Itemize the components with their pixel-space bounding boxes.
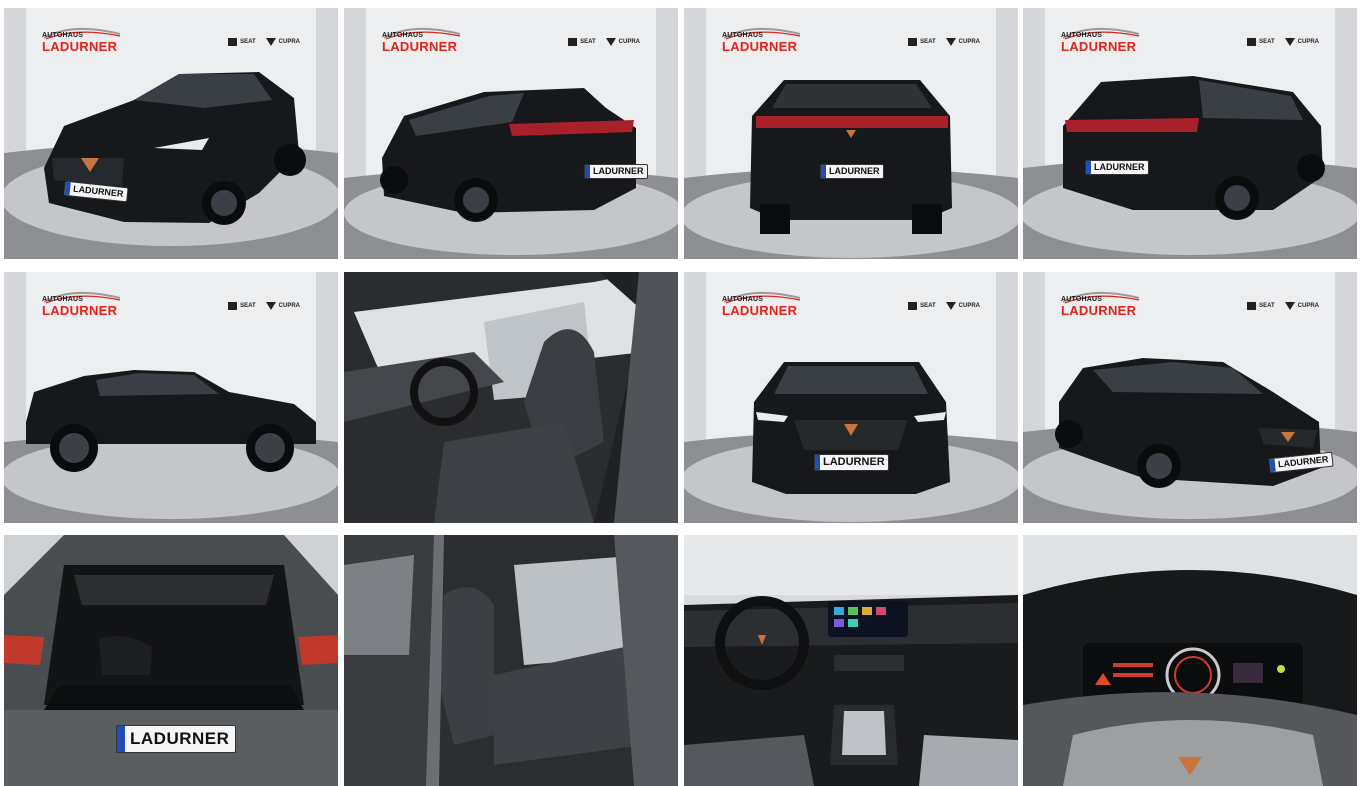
dealer-logo-top-text: AUTOHAUS bbox=[42, 32, 84, 39]
seat-logo-icon bbox=[1247, 302, 1257, 310]
dealer-logo-main-text: LADURNER bbox=[382, 39, 458, 54]
photo-gallery: AUTOHAUS LADURNER SEAT CUPRA LADURNER AU… bbox=[0, 0, 1365, 786]
gallery-photo-front-left[interactable]: AUTOHAUS LADURNER SEAT CUPRA LADURNER bbox=[4, 8, 338, 259]
dealer-logo-main-text: LADURNER bbox=[42, 39, 118, 54]
gallery-photo-front[interactable]: AUTOHAUS LADURNER SEAT CUPRA LADURNER bbox=[684, 272, 1018, 523]
license-plate: LADURNER bbox=[814, 454, 889, 471]
gallery-photo-rear[interactable]: AUTOHAUS LADURNER SEAT CUPRA LADURNER bbox=[684, 8, 1018, 259]
brand-logos: SEAT CUPRA bbox=[228, 38, 300, 46]
seat-label: SEAT bbox=[240, 303, 256, 309]
brand-logos: SEAT CUPRA bbox=[228, 302, 300, 310]
seat-logo-icon bbox=[908, 38, 918, 46]
cupra-label: CUPRA bbox=[278, 303, 300, 309]
seat-logo-icon bbox=[228, 302, 238, 310]
cupra-logo-icon bbox=[1284, 38, 1295, 46]
cupra-logo-icon bbox=[1284, 302, 1295, 310]
dealer-logo-main-text: LADURNER bbox=[722, 303, 798, 318]
gallery-photo-front-seats[interactable] bbox=[344, 272, 678, 523]
dealer-logo-top-text: AUTOHAUS bbox=[1061, 32, 1103, 39]
cupra-logo-icon bbox=[265, 38, 276, 46]
dealer-logo-main-text: LADURNER bbox=[722, 39, 798, 54]
seat-label: SEAT bbox=[240, 39, 256, 45]
gallery-photo-side-left[interactable]: AUTOHAUS LADURNER SEAT CUPRA bbox=[4, 272, 338, 523]
cupra-logo-icon bbox=[605, 38, 616, 46]
interior-photo bbox=[344, 272, 678, 523]
license-plate: LADURNER bbox=[1085, 160, 1149, 175]
brand-logos: SEAT CUPRA bbox=[1247, 38, 1319, 46]
seat-label: SEAT bbox=[1259, 303, 1275, 309]
seat-label: SEAT bbox=[920, 303, 936, 309]
license-plate: LADURNER bbox=[584, 164, 648, 179]
brand-logos: SEAT CUPRA bbox=[908, 302, 980, 310]
seat-logo-icon bbox=[228, 38, 238, 46]
dealer-logo: AUTOHAUS LADURNER bbox=[40, 26, 132, 58]
dealer-logo-main-text: LADURNER bbox=[1061, 303, 1137, 318]
cupra-label: CUPRA bbox=[278, 39, 300, 45]
dealer-logo: AUTOHAUS LADURNER bbox=[720, 26, 812, 58]
gallery-photo-trunk[interactable]: LADURNER bbox=[4, 535, 338, 786]
license-plate: LADURNER bbox=[820, 164, 884, 179]
dashboard-photo bbox=[684, 535, 1018, 786]
cluster-photo bbox=[1023, 535, 1357, 786]
seat-label: SEAT bbox=[580, 39, 596, 45]
cupra-logo-icon bbox=[265, 302, 276, 310]
cupra-label: CUPRA bbox=[618, 39, 640, 45]
cupra-label: CUPRA bbox=[1297, 303, 1319, 309]
dealer-logo-top-text: AUTOHAUS bbox=[42, 296, 84, 303]
dealer-logo-top-text: AUTOHAUS bbox=[722, 296, 764, 303]
gallery-photo-instrument-cluster[interactable] bbox=[1023, 535, 1357, 786]
dealer-logo: AUTOHAUS LADURNER bbox=[1059, 290, 1151, 322]
dealer-logo: AUTOHAUS LADURNER bbox=[1059, 26, 1151, 58]
cupra-label: CUPRA bbox=[958, 303, 980, 309]
gallery-photo-rear-right[interactable]: AUTOHAUS LADURNER SEAT CUPRA LADURNER bbox=[1023, 8, 1357, 259]
cupra-label: CUPRA bbox=[1297, 39, 1319, 45]
gallery-photo-front-right[interactable]: AUTOHAUS LADURNER SEAT CUPRA LADURNER bbox=[1023, 272, 1357, 523]
brand-logos: SEAT CUPRA bbox=[908, 38, 980, 46]
dealer-logo-top-text: AUTOHAUS bbox=[1061, 296, 1103, 303]
dealer-logo-top-text: AUTOHAUS bbox=[722, 32, 764, 39]
gallery-photo-dashboard[interactable] bbox=[684, 535, 1018, 786]
seat-label: SEAT bbox=[1259, 39, 1275, 45]
dealer-logo-main-text: LADURNER bbox=[42, 303, 118, 318]
dealer-logo-main-text: LADURNER bbox=[1061, 39, 1137, 54]
seat-label: SEAT bbox=[920, 39, 936, 45]
seat-logo-icon bbox=[1247, 38, 1257, 46]
brand-logos: SEAT CUPRA bbox=[568, 38, 640, 46]
gallery-photo-rear-seats[interactable] bbox=[344, 535, 678, 786]
cupra-logo-icon bbox=[945, 38, 956, 46]
cupra-logo-icon bbox=[945, 302, 956, 310]
dealer-logo: AUTOHAUS LADURNER bbox=[720, 290, 812, 322]
dealer-logo-top-text: AUTOHAUS bbox=[382, 32, 424, 39]
seat-logo-icon bbox=[908, 302, 918, 310]
dealer-logo: AUTOHAUS LADURNER bbox=[380, 26, 472, 58]
seat-logo-icon bbox=[568, 38, 578, 46]
brand-logos: SEAT CUPRA bbox=[1247, 302, 1319, 310]
cupra-label: CUPRA bbox=[958, 39, 980, 45]
license-plate: LADURNER bbox=[116, 725, 237, 753]
interior-photo bbox=[344, 535, 678, 786]
dealer-logo: AUTOHAUS LADURNER bbox=[40, 290, 132, 322]
gallery-photo-rear-left[interactable]: AUTOHAUS LADURNER SEAT CUPRA LADURNER bbox=[344, 8, 678, 259]
